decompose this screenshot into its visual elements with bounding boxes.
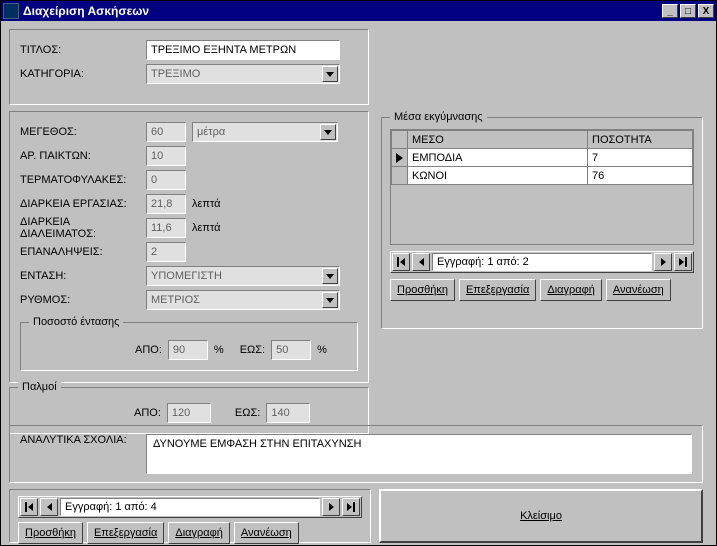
label-arpaikton: ΑΡ. ΠΑΙΚΤΩΝ:	[20, 150, 146, 162]
cell-posotita-1[interactable]: 76	[588, 167, 693, 185]
label-termato: ΤΕΡΜΑΤΟΦΥΛΑΚΕΣ:	[20, 174, 146, 186]
pct-2: %	[311, 344, 333, 356]
maximize-button[interactable]: □	[680, 4, 696, 18]
label-apo-1: ΑΠΟ:	[135, 344, 162, 356]
chevron-down-icon	[322, 292, 338, 308]
input-pososto-apo[interactable]	[168, 340, 208, 360]
main-delete-button[interactable]: Διαγραφή	[168, 522, 230, 544]
select-rythmos-value: ΜΕΤΡΙΟΣ	[151, 294, 200, 306]
label-titlos: ΤΙΤΛΟΣ:	[20, 44, 146, 56]
input-diarkeia-erg[interactable]	[146, 194, 186, 214]
grid-col-posotita[interactable]: ΠΟΣΟΤΗΤΑ	[588, 131, 693, 149]
client-area: ΤΙΤΛΟΣ: ΚΑΤΗΓΟΡΙΑ: ΤΡΕΞΙΜΟ ΜΕΓΕΘΟΣ: μέτρ…	[1, 21, 716, 545]
legend-palmoi: Παλμοί	[18, 381, 61, 393]
panel-bottom-nav: Εγγραφή: 1 από: 4 Προσθήκη Επεξεργασία Δ…	[9, 489, 371, 543]
nav-grid-text: Εγγραφή: 1 από: 2	[432, 253, 652, 271]
legend-pososto: Ποσοστό έντασης	[29, 316, 123, 328]
nav-grid-last[interactable]	[674, 253, 692, 271]
label-diarkeia-erg: ΔΙΑΡΚΕΙΑ ΕΡΓΑΣΙΑΣ:	[20, 198, 146, 210]
close-button[interactable]: X	[698, 4, 714, 18]
select-megethos-unit-value: μέτρα	[197, 126, 225, 138]
minimize-button[interactable]: _	[662, 4, 678, 18]
panel-title-category: ΤΙΤΛΟΣ: ΚΑΤΗΓΟΡΙΑ: ΤΡΕΞΙΜΟ	[9, 29, 369, 105]
panel-comments: ΑΝΑΛΥΤΙΚΑ ΣΧΟΛΙΑ: ΔΥΝΟΥΜΕ ΕΜΦΑΣΗ ΣΤΗΝ ΕΠ…	[9, 425, 703, 483]
label-analytika: ΑΝΑΛΥΤΙΚΑ ΣΧΟΛΙΑ:	[20, 434, 138, 472]
chevron-down-icon	[320, 124, 336, 140]
panel-properties: ΜΕΓΕΘΟΣ: μέτρα ΑΡ. ΠΑΙΚΤΩΝ: ΤΕΡΜΑΤΟΦΥΛΑΚ…	[9, 111, 369, 383]
grid-add-button[interactable]: Προσθήκη	[390, 279, 455, 301]
select-entasi-value: ΥΠΟΜΕΓΙΣΤΗ	[151, 270, 222, 282]
chevron-down-icon	[322, 268, 338, 284]
textarea-sxolia[interactable]: ΔΥΝΟΥΜΕ ΕΜΦΑΣΗ ΣΤΗΝ ΕΠΙΤΑΧΥΝΣΗ	[146, 434, 692, 474]
fieldset-pososto: Ποσοστό έντασης ΑΠΟ: % ΕΩΣ: %	[20, 316, 358, 371]
input-pososto-eos[interactable]	[271, 340, 311, 360]
label-megethos: ΜΕΓΕΘΟΣ:	[20, 126, 146, 138]
label-katigoria: ΚΑΤΗΓΟΡΙΑ:	[20, 68, 146, 80]
label-entasi: ΕΝΤΑΣΗ:	[20, 270, 146, 282]
fieldset-mesa: Μέσα εκγύμνασης ΜΕΣΟ ΠΟΣΟΤΗΤΑ ΕΜΠΟΔΙΑ 7	[381, 111, 703, 329]
cell-posotita-0[interactable]: 7	[588, 149, 693, 167]
label-diarkeia-dia: ΔΙΑΡΚΕΙΑ ΔΙΑΛΕΙΜΑΤΟΣ:	[20, 216, 146, 240]
input-megethos[interactable]	[146, 122, 186, 142]
label-eos-2: ΕΩΣ:	[235, 407, 260, 419]
select-entasi[interactable]: ΥΠΟΜΕΓΙΣΤΗ	[146, 266, 340, 286]
grid-delete-button[interactable]: Διαγραφή	[540, 279, 602, 301]
nav-main-first[interactable]	[20, 498, 38, 516]
grid-refresh-button[interactable]: Ανανέωση	[606, 279, 671, 301]
select-rythmos[interactable]: ΜΕΤΡΙΟΣ	[146, 290, 340, 310]
table-row[interactable]: ΕΜΠΟΔΙΑ 7	[392, 149, 693, 167]
close-form-button[interactable]: Κλείσιμο	[379, 489, 703, 543]
label-epanal: ΕΠΑΝΑΛΗΨΕΙΣ:	[20, 246, 146, 258]
nav-grid-first[interactable]	[392, 253, 410, 271]
main-edit-button[interactable]: Επεξεργασία	[87, 522, 164, 544]
input-titlos[interactable]	[146, 40, 340, 60]
input-palmoi-eos[interactable]	[266, 403, 310, 423]
main-button-row: Προσθήκη Επεξεργασία Διαγραφή Ανανέωση	[18, 522, 362, 544]
cell-meso-1[interactable]: ΚΩΝΟΙ	[408, 167, 588, 185]
nav-grid-next[interactable]	[654, 253, 672, 271]
unit-lepta-2: λεπτά	[186, 222, 226, 234]
grid-col-meso[interactable]: ΜΕΣΟ	[408, 131, 588, 149]
nav-grid: Εγγραφή: 1 από: 2	[390, 251, 694, 273]
grid-edit-button[interactable]: Επεξεργασία	[459, 279, 536, 301]
row-head	[392, 167, 408, 185]
chevron-down-icon	[322, 66, 338, 82]
nav-main-last[interactable]	[342, 498, 360, 516]
nav-main-prev[interactable]	[40, 498, 58, 516]
nav-main-next[interactable]	[322, 498, 340, 516]
window: Διαχείριση Ασκήσεων _ □ X ΤΙΤΛΟΣ: ΚΑΤΗΓΟ…	[0, 0, 717, 546]
window-title: Διαχείριση Ασκήσεων	[23, 4, 662, 18]
input-epanal[interactable]	[146, 242, 186, 262]
grid-corner	[392, 131, 408, 149]
titlebar: Διαχείριση Ασκήσεων _ □ X	[1, 1, 716, 21]
input-diarkeia-dia[interactable]	[146, 218, 186, 238]
grid-button-row: Προσθήκη Επεξεργασία Διαγραφή Ανανέωση	[390, 279, 694, 301]
label-eos-1: ΕΩΣ:	[240, 344, 265, 356]
nav-main: Εγγραφή: 1 από: 4	[18, 496, 362, 518]
input-arpaikton[interactable]	[146, 146, 186, 166]
grid-mesa[interactable]: ΜΕΣΟ ΠΟΣΟΤΗΤΑ ΕΜΠΟΔΙΑ 7 ΚΩΝΟΙ 76	[390, 129, 694, 245]
unit-lepta-1: λεπτά	[186, 198, 226, 210]
window-buttons: _ □ X	[662, 4, 714, 18]
nav-grid-prev[interactable]	[412, 253, 430, 271]
legend-mesa: Μέσα εκγύμνασης	[390, 111, 487, 123]
pct-1: %	[208, 344, 230, 356]
select-katigoria[interactable]: ΤΡΕΞΙΜΟ	[146, 64, 340, 84]
close-button-container: Κλείσιμο	[379, 489, 703, 543]
cell-meso-0[interactable]: ΕΜΠΟΔΙΑ	[408, 149, 588, 167]
input-palmoi-apo[interactable]	[167, 403, 211, 423]
main-add-button[interactable]: Προσθήκη	[18, 522, 83, 544]
nav-main-text: Εγγραφή: 1 από: 4	[60, 498, 320, 516]
label-apo-2: ΑΠΟ:	[134, 407, 161, 419]
input-termato[interactable]	[146, 170, 186, 190]
table-row[interactable]: ΚΩΝΟΙ 76	[392, 167, 693, 185]
main-refresh-button[interactable]: Ανανέωση	[234, 522, 299, 544]
row-marker	[392, 149, 408, 167]
select-megethos-unit[interactable]: μέτρα	[192, 122, 338, 142]
grid-empty-area	[391, 185, 693, 244]
app-icon	[3, 3, 19, 19]
panel-mesa: Μέσα εκγύμνασης ΜΕΣΟ ΠΟΣΟΤΗΤΑ ΕΜΠΟΔΙΑ 7	[381, 111, 703, 329]
select-katigoria-value: ΤΡΕΞΙΜΟ	[151, 68, 200, 80]
label-rythmos: ΡΥΘΜΟΣ:	[20, 294, 146, 306]
